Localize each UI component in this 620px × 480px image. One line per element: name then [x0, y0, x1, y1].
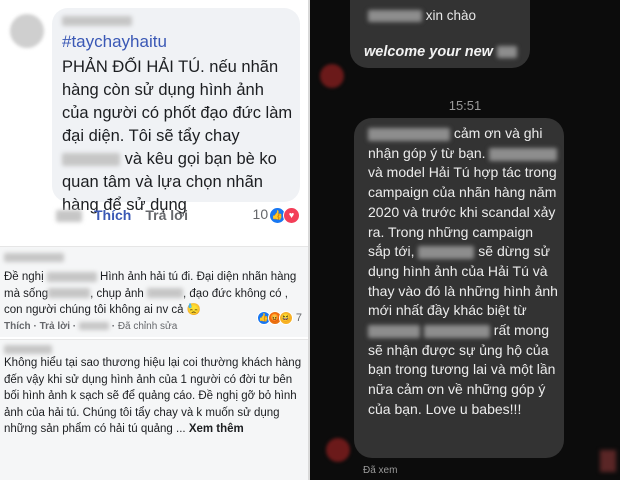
redacted-text — [147, 288, 184, 299]
avatar[interactable] — [10, 14, 44, 48]
redacted-brand-name — [489, 147, 558, 161]
like-button[interactable]: Thích — [4, 321, 31, 332]
redacted-timestamp — [56, 210, 82, 223]
redacted-author-name — [4, 345, 52, 354]
comment-text: Không hiểu tại sao thương hiệu lại coi t… — [4, 357, 302, 435]
comment-1: #taychayhaitu PHẢN ĐỐI HẢI TÚ. nếu nhãn … — [0, 0, 308, 240]
message-line: welcome your new — [364, 44, 517, 60]
reaction-count: 10 — [252, 206, 269, 222]
comment-3: Không hiểu tại sao thương hiệu lại coi t… — [0, 339, 308, 480]
redacted-author-name — [4, 253, 64, 262]
message-line: xin chào — [368, 8, 476, 23]
heart-reaction-icon: ♥ — [283, 206, 300, 224]
redacted-brand-name — [368, 127, 450, 141]
seen-status: Đã xem — [363, 465, 398, 476]
reaction-summary[interactable]: 10 👍 ♥ — [253, 206, 300, 224]
redacted-brand-name — [418, 246, 475, 260]
redacted-brand-name — [46, 271, 97, 282]
sender-avatar[interactable] — [326, 438, 350, 462]
reaction-summary[interactable]: 👍😡😆 7 — [256, 311, 302, 325]
redacted-text — [48, 288, 91, 299]
redacted-brand-name — [62, 153, 120, 167]
redacted-brand-name — [368, 324, 420, 338]
redacted-brand-name — [368, 10, 422, 23]
message-bubble-welcome: xin chào welcome your new — [350, 0, 530, 68]
reply-button[interactable]: Trả lời — [40, 321, 70, 332]
reply-button[interactable]: Trả lời — [145, 207, 188, 223]
facebook-comments-panel: #taychayhaitu PHẢN ĐỐI HẢI TÚ. nếu nhãn … — [0, 0, 308, 480]
sender-avatar[interactable] — [320, 64, 344, 88]
instagram-chat-panel: xin chào welcome your new 15:51 cảm ơn v… — [310, 0, 620, 480]
comment-text: PHẢN ĐỐI HẢI TÚ. nếu nhãn hàng còn sử dụ… — [62, 58, 293, 214]
redacted-brand-name — [423, 324, 490, 338]
haha-reaction-icon: 😆 — [278, 311, 293, 325]
redacted-text — [496, 46, 517, 59]
comment-actions: Thích · Trả lời · · Đã chỉnh sửa — [4, 321, 178, 332]
comment-bubble: #taychayhaitu PHẢN ĐỐI HẢI TÚ. nếu nhãn … — [52, 8, 300, 214]
message-bubble-reply: cảm ơn và ghi nhận góp ý từ bạn. và mode… — [354, 118, 564, 458]
redacted-timestamp — [78, 322, 109, 331]
like-button[interactable]: Thích — [94, 207, 131, 223]
chat-timestamp: 15:51 — [448, 98, 482, 113]
see-more-link[interactable]: Xem thêm — [189, 423, 244, 435]
redacted-author-name — [62, 16, 132, 26]
comment-2: Đề nghị Hình ảnh hải tú đi. Đại diện nhã… — [0, 246, 308, 337]
message-text: cảm ơn và ghi nhận góp ý từ bạn. và mode… — [368, 125, 558, 417]
reaction-count: 7 — [295, 311, 302, 324]
redacted-corner — [600, 450, 616, 472]
hashtag-link[interactable]: #taychayhaitu — [62, 32, 167, 52]
edited-label: Đã chỉnh sửa — [117, 321, 178, 332]
comment-actions: Thích Trả lời — [56, 207, 188, 223]
